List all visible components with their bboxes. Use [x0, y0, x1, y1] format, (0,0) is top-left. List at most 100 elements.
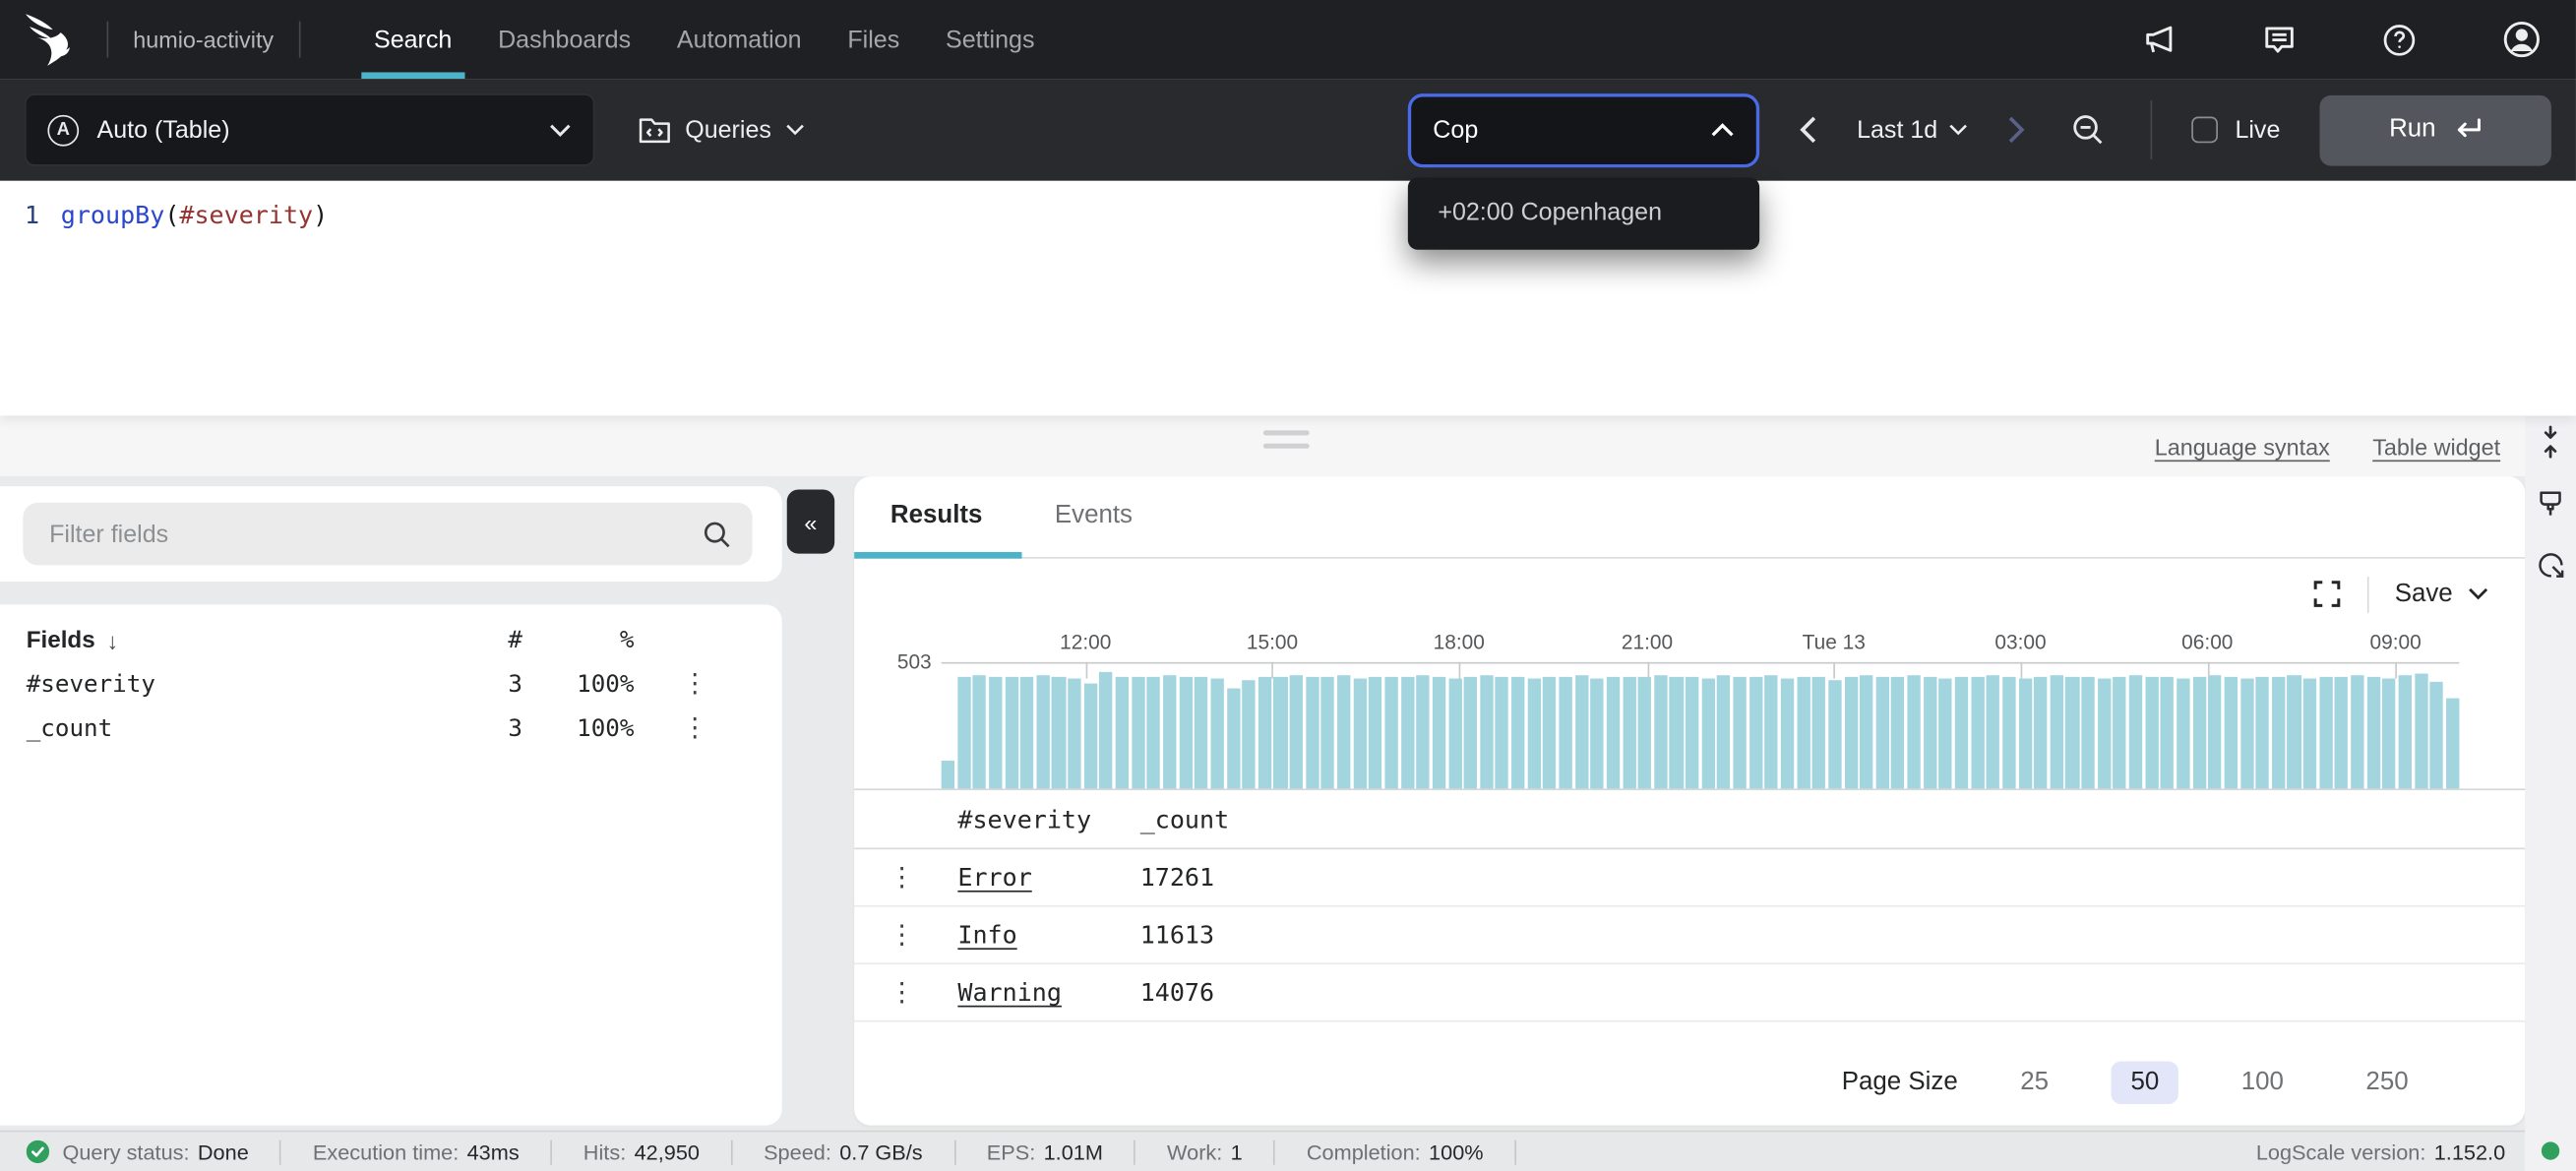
severity-value-link[interactable]: Warning — [957, 977, 1062, 1007]
histogram-bar[interactable] — [2224, 677, 2237, 789]
kebab-menu-icon[interactable]: ⋮ — [889, 861, 915, 893]
histogram-bar[interactable] — [1132, 677, 1144, 789]
histogram-bar[interactable] — [1210, 679, 1223, 789]
account-icon[interactable] — [2500, 18, 2543, 60]
filter-fields-input[interactable] — [46, 519, 687, 550]
histogram-bar[interactable] — [1448, 679, 1461, 789]
histogram-bar[interactable] — [1511, 677, 1524, 789]
histogram-bar[interactable] — [957, 677, 970, 789]
histogram-bar[interactable] — [1163, 675, 1176, 788]
live-checkbox[interactable] — [2192, 117, 2219, 144]
field-name[interactable]: #severity — [27, 671, 463, 698]
histogram-bar[interactable] — [1306, 677, 1319, 789]
histogram-bar[interactable] — [1749, 677, 1762, 789]
histogram-bar[interactable] — [2177, 679, 2189, 789]
histogram-bar[interactable] — [1607, 677, 1620, 789]
histogram-bar[interactable] — [1670, 677, 1683, 789]
histogram-bar[interactable] — [2145, 677, 2158, 789]
histogram-bar[interactable] — [2065, 677, 2078, 789]
chevron-up-icon[interactable] — [1710, 122, 1735, 139]
histogram-bar[interactable] — [2114, 677, 2126, 789]
time-range-selector[interactable]: Last 1d — [1857, 116, 1969, 144]
collapse-vertical-icon[interactable] — [2539, 425, 2563, 458]
histogram-bar[interactable] — [1939, 679, 1952, 789]
histogram-bar[interactable] — [1036, 675, 1049, 788]
histogram-bar[interactable] — [1891, 677, 1904, 789]
histogram-bar[interactable] — [2082, 677, 2095, 789]
column-header-severity[interactable]: #severity — [957, 804, 1139, 833]
histogram-bar[interactable] — [1875, 677, 1888, 789]
histogram-bar[interactable] — [2366, 677, 2379, 789]
histogram-bar[interactable] — [1068, 679, 1080, 789]
histogram-bar[interactable] — [2399, 675, 2412, 788]
histogram-bar[interactable] — [1987, 675, 1999, 788]
kebab-menu-icon[interactable]: ⋮ — [889, 918, 915, 950]
histogram-bar[interactable] — [1100, 672, 1113, 789]
nav-tab-settings[interactable]: Settings — [933, 0, 1048, 79]
help-icon[interactable] — [2380, 21, 2418, 58]
histogram-bar[interactable] — [1828, 680, 1841, 788]
histogram-bar[interactable] — [989, 677, 1002, 789]
histogram-bar[interactable] — [2351, 675, 2363, 788]
histogram-bar[interactable] — [1860, 675, 1872, 788]
histogram-bar[interactable] — [2430, 682, 2443, 789]
histogram-bar[interactable] — [2415, 674, 2427, 789]
histogram-bar[interactable] — [2192, 677, 2205, 789]
histogram-bar[interactable] — [1084, 684, 1097, 789]
field-name[interactable]: _count — [27, 715, 463, 742]
histogram-bar[interactable] — [1179, 677, 1192, 789]
histogram-bar[interactable] — [1955, 677, 1968, 789]
histogram-bar[interactable] — [1575, 675, 1588, 788]
event-histogram[interactable]: 503 12:0015:0018:0021:00Tue 1303:0006:00… — [854, 629, 2525, 790]
histogram-bar[interactable] — [1274, 677, 1287, 789]
histogram-bar[interactable] — [1195, 677, 1207, 789]
nav-tab-automation[interactable]: Automation — [664, 0, 815, 79]
histogram-bar[interactable] — [2034, 677, 2047, 789]
nav-tab-search[interactable]: Search — [361, 0, 465, 79]
histogram-bar[interactable] — [1844, 677, 1857, 789]
repository-name[interactable]: humio-activity — [133, 27, 274, 53]
histogram-bar[interactable] — [2382, 679, 2395, 789]
save-button[interactable]: Save — [2395, 580, 2489, 609]
histogram-bar[interactable] — [2319, 677, 2332, 789]
histogram-bar[interactable] — [1020, 677, 1033, 789]
announcements-icon[interactable] — [2140, 21, 2177, 58]
nav-tab-files[interactable]: Files — [834, 0, 913, 79]
histogram-bar[interactable] — [1369, 677, 1381, 789]
fields-filter[interactable] — [23, 503, 752, 565]
inspect-click-icon[interactable] — [2536, 550, 2565, 580]
histogram-bar[interactable] — [2335, 677, 2348, 789]
histogram-bar[interactable] — [1924, 677, 1936, 789]
histogram-bar[interactable] — [1686, 677, 1698, 789]
page-size-250[interactable]: 250 — [2346, 1062, 2427, 1104]
histogram-bar[interactable] — [1258, 677, 1271, 789]
histogram-bar[interactable] — [1717, 675, 1730, 788]
tab-results[interactable]: Results — [888, 475, 986, 557]
fullscreen-icon[interactable] — [2312, 580, 2340, 607]
histogram-bar[interactable] — [1417, 675, 1430, 788]
histogram-bar[interactable] — [1384, 677, 1397, 789]
histogram-bar[interactable] — [1908, 675, 1921, 788]
histogram-bar[interactable] — [973, 675, 986, 788]
histogram-bar[interactable] — [1654, 675, 1667, 788]
page-size-50[interactable]: 50 — [2111, 1062, 2178, 1104]
tab-events[interactable]: Events — [1052, 475, 1136, 557]
language-syntax-link[interactable]: Language syntax — [2155, 433, 2330, 460]
live-toggle[interactable]: Live — [2192, 116, 2280, 144]
histogram-bar[interactable] — [1480, 675, 1493, 788]
histogram-bar[interactable] — [1400, 677, 1413, 789]
histogram-bar[interactable] — [1226, 689, 1239, 789]
histogram-bar[interactable] — [942, 761, 954, 788]
histogram-bar[interactable] — [1591, 679, 1604, 789]
histogram-bar[interactable] — [2018, 679, 2031, 789]
histogram-bar[interactable] — [1765, 675, 1778, 788]
table-widget-link[interactable]: Table widget — [2372, 433, 2500, 460]
histogram-bar[interactable] — [1116, 677, 1129, 789]
severity-value-link[interactable]: Info — [957, 920, 1016, 950]
histogram-bar[interactable] — [1496, 677, 1508, 789]
histogram-bar[interactable] — [2303, 679, 2316, 789]
query-editor[interactable]: 1 groupBy(#severity) — [0, 181, 2576, 416]
histogram-bar[interactable] — [1797, 677, 1809, 789]
page-size-100[interactable]: 100 — [2222, 1062, 2303, 1104]
run-button[interactable]: Run — [2319, 94, 2550, 165]
